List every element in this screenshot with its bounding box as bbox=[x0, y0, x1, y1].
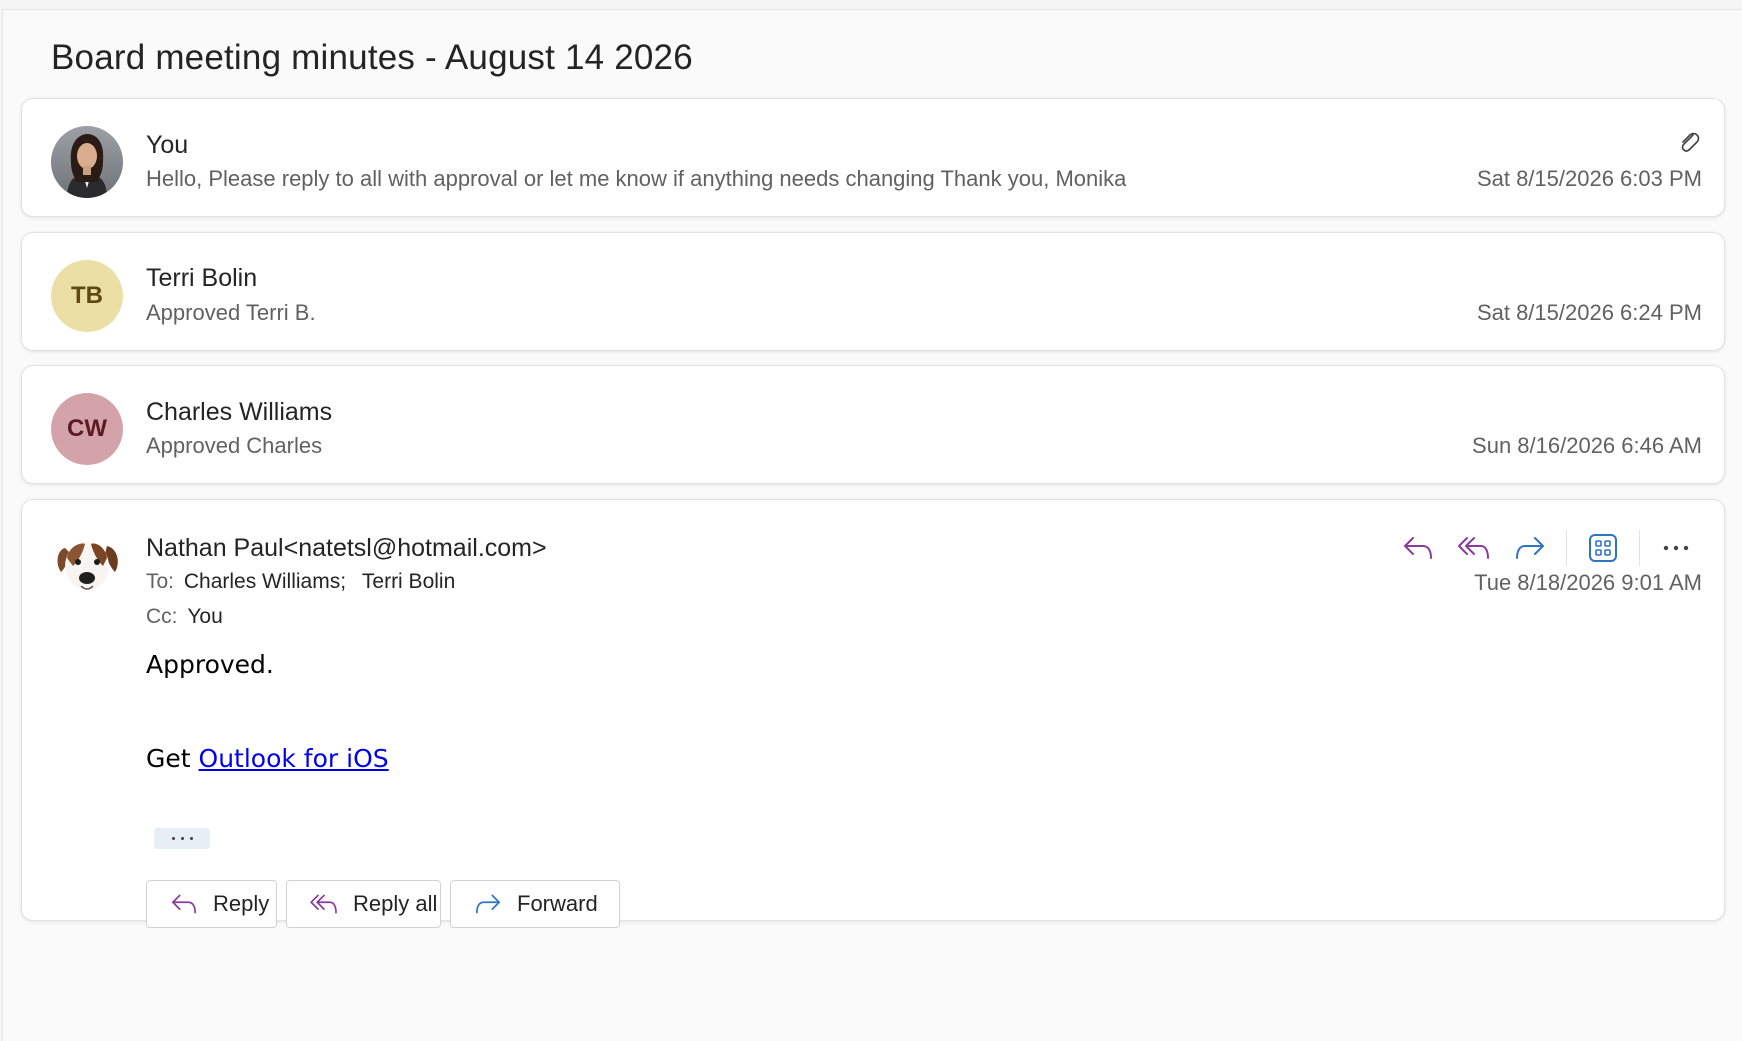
reading-pane: Board meeting minutes - August 14 2026 Y… bbox=[2, 9, 1742, 1041]
more-icon bbox=[1663, 545, 1689, 551]
message-preview: Hello, Please reply to all with approval… bbox=[146, 166, 1127, 191]
sender-name: Charles Williams bbox=[146, 398, 333, 426]
reply-all-icon bbox=[1458, 537, 1489, 559]
message-preview: Approved Terri B. bbox=[146, 300, 316, 325]
message-toolbar bbox=[1390, 526, 1704, 570]
recipient[interactable]: Charles Williams; bbox=[184, 570, 346, 593]
to-line: To: Charles Williams; Terri Bolin bbox=[146, 570, 455, 594]
toolbar-divider bbox=[1566, 530, 1567, 566]
apps-icon bbox=[1589, 534, 1617, 562]
reply-all-label: Reply all bbox=[353, 891, 438, 916]
reply-icon bbox=[171, 894, 196, 914]
reply-icon bbox=[1404, 537, 1432, 559]
paperclip-icon bbox=[1681, 132, 1700, 152]
message-preview: Approved Charles bbox=[146, 433, 323, 458]
to-label: To: bbox=[146, 570, 175, 593]
reply-all-icon bbox=[310, 894, 337, 914]
woman-photo-icon bbox=[51, 126, 123, 198]
message-date: Tue 8/18/2026 9:01 AM bbox=[1474, 570, 1702, 595]
signature-prefix: Get bbox=[146, 744, 191, 773]
reply-bottom-button[interactable]: Reply bbox=[146, 880, 277, 928]
body-signature: Get Outlook for iOS bbox=[146, 744, 389, 773]
dot bbox=[171, 837, 175, 840]
reply-button[interactable] bbox=[1390, 526, 1446, 570]
show-trimmed-content-button[interactable] bbox=[154, 828, 210, 849]
sender-name: You bbox=[146, 131, 189, 159]
reply-all-bottom-button[interactable]: Reply all bbox=[286, 880, 441, 928]
reply-label: Reply bbox=[213, 891, 270, 916]
recipient[interactable]: You bbox=[187, 605, 222, 628]
outlook-ios-link[interactable]: Outlook for iOS bbox=[199, 744, 389, 773]
sender-name-email[interactable]: Nathan Paul<natetsl@hotmail.com> bbox=[146, 534, 547, 563]
apps-button[interactable] bbox=[1575, 526, 1631, 570]
more-actions-button[interactable] bbox=[1648, 526, 1704, 570]
avatar: TB bbox=[51, 260, 123, 332]
cc-label: Cc: bbox=[146, 605, 178, 628]
message-date: Sat 8/15/2026 6:24 PM bbox=[1476, 300, 1702, 325]
message-card-nathan-paul: Nathan Paul<natetsl@hotmail.com> To: Cha… bbox=[21, 499, 1725, 928]
recipient[interactable]: Terri Bolin bbox=[362, 570, 455, 593]
message-card-terri-bolin[interactable]: TB Terri Bolin Approved Terri B. Sat 8/1… bbox=[21, 232, 1725, 351]
message-date: Sun 8/16/2026 6:46 AM bbox=[1472, 433, 1702, 458]
forward-button[interactable] bbox=[1502, 526, 1558, 570]
dog-photo-icon bbox=[51, 528, 123, 600]
toolbar-divider bbox=[1639, 530, 1640, 566]
email-subject: Board meeting minutes - August 14 2026 bbox=[51, 38, 693, 77]
message-card-you[interactable]: You Hello, Please reply to all with appr… bbox=[21, 98, 1725, 217]
avatar bbox=[51, 126, 123, 198]
cc-line: Cc: You bbox=[146, 605, 223, 629]
message-date: Sat 8/15/2026 6:03 PM bbox=[1476, 166, 1702, 191]
sender-name: Terri Bolin bbox=[146, 264, 258, 292]
message-card-charles-williams[interactable]: CW Charles Williams Approved Charles Sun… bbox=[21, 365, 1725, 484]
forward-bottom-button[interactable]: Forward bbox=[450, 880, 620, 928]
avatar bbox=[51, 528, 123, 600]
forward-icon bbox=[476, 894, 500, 914]
reply-all-button[interactable] bbox=[1446, 526, 1502, 570]
body-approved: Approved. bbox=[146, 650, 274, 679]
forward-icon bbox=[1516, 537, 1544, 559]
dot bbox=[189, 837, 193, 840]
dot bbox=[180, 837, 184, 840]
forward-label: Forward bbox=[517, 891, 598, 916]
avatar: CW bbox=[51, 393, 123, 465]
